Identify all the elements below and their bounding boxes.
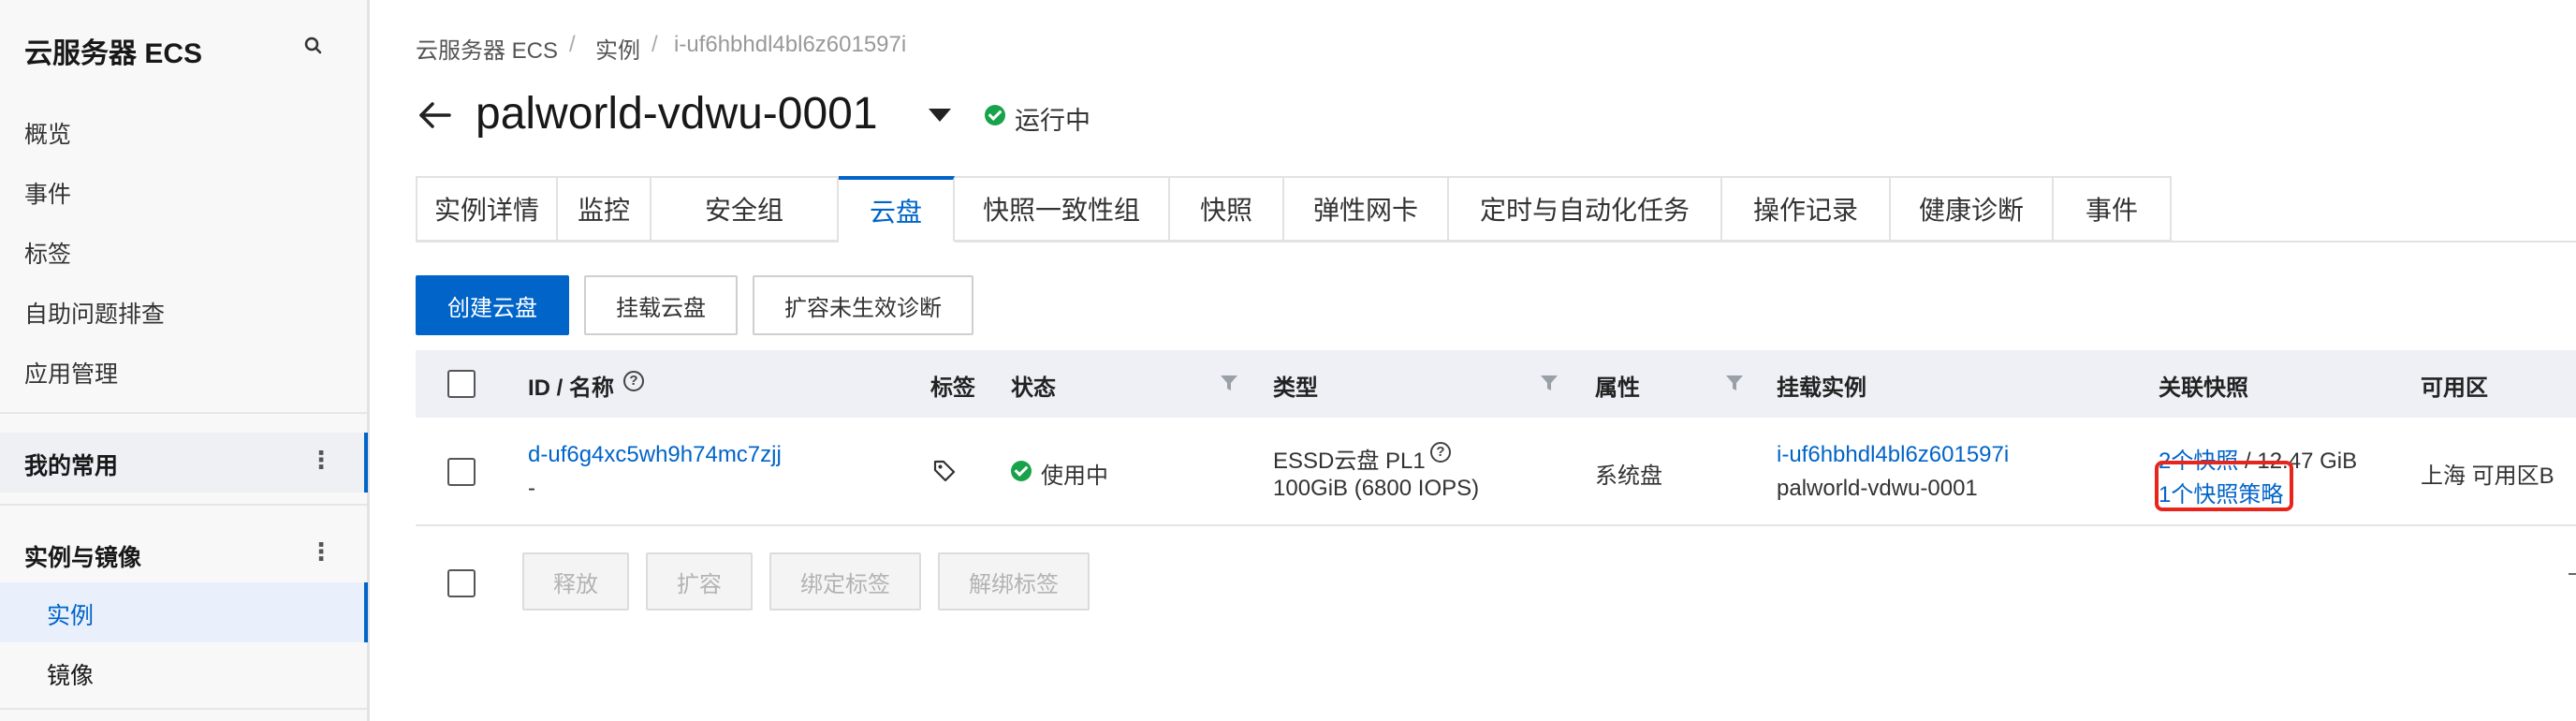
check-circle-icon: [1011, 461, 1032, 481]
sidebar-group-favorites[interactable]: 我的常用 ⋮: [0, 433, 368, 493]
tag-icon[interactable]: [932, 459, 957, 483]
row-checkbox[interactable]: [447, 458, 476, 486]
sidebar-group-instances-images[interactable]: 实例与镜像 ⋮: [0, 524, 367, 584]
pagination-edge: [2569, 573, 2576, 575]
sidebar-title: 云服务器 ECS: [24, 38, 203, 69]
select-all-checkbox[interactable]: [447, 370, 476, 398]
sidebar-item-tags[interactable]: 标签: [24, 236, 71, 270]
column-header-status: 状态: [1011, 375, 1056, 401]
bind-tag-button[interactable]: 绑定标签: [769, 552, 921, 611]
breadcrumb-separator: /: [651, 32, 658, 57]
column-header-zone: 可用区: [2421, 375, 2488, 401]
create-disk-button[interactable]: 创建云盘: [416, 275, 569, 335]
more-icon[interactable]: ⋮: [309, 537, 333, 566]
column-header-id: ID / 名称: [528, 375, 615, 401]
disk-id-link[interactable]: d-uf6g4xc5wh9h74mc7zjj: [528, 442, 782, 468]
unbind-tag-button[interactable]: 解绑标签: [938, 552, 1090, 611]
sidebar-group-label: 实例与镜像: [24, 545, 142, 571]
breadcrumb-separator: /: [569, 32, 576, 57]
sidebar-item-app-management[interactable]: 应用管理: [24, 356, 118, 390]
disk-name: -: [528, 476, 535, 501]
column-header-attribute: 属性: [1595, 375, 1640, 401]
disk-type: ESSD云盘 PL1: [1273, 449, 1426, 474]
sidebar-divider: [0, 504, 367, 506]
disk-status: 使用中: [1041, 464, 1108, 489]
highlight-box: [2155, 461, 2293, 511]
column-header-type: 类型: [1273, 375, 1318, 401]
tab-snapshots[interactable]: 快照: [1170, 176, 1284, 242]
sidebar-divider: [0, 412, 367, 414]
release-button[interactable]: 释放: [522, 552, 629, 611]
sidebar-group-label: 我的常用: [24, 453, 119, 479]
expand-button[interactable]: 扩容: [646, 552, 753, 611]
tab-disks[interactable]: 云盘: [839, 176, 955, 243]
sidebar-item-images[interactable]: 镜像: [0, 642, 364, 702]
disk-zone: 上海 可用区B: [2421, 464, 2554, 489]
tab-snapshot-consistency-groups[interactable]: 快照一致性组: [955, 176, 1170, 242]
tab-enis[interactable]: 弹性网卡: [1284, 176, 1449, 242]
tab-instance-details[interactable]: 实例详情: [416, 176, 558, 242]
check-circle-icon: [985, 105, 1005, 125]
tab-events[interactable]: 事件: [2054, 176, 2172, 242]
table-header: ID / 名称 ? 标签 状态 类型 属性 挂载实例 关联快照 可用区: [416, 350, 2576, 418]
tab-health-diagnosis[interactable]: 健康诊断: [1891, 176, 2054, 242]
more-icon[interactable]: ⋮: [309, 446, 333, 475]
filter-icon[interactable]: [1724, 373, 1745, 393]
tab-security-groups[interactable]: 安全组: [651, 176, 839, 242]
page-title: palworld-vdwu-0001: [476, 89, 878, 139]
breadcrumb-instances[interactable]: 实例: [595, 32, 640, 65]
disk-attribute: 系统盘: [1595, 464, 1662, 489]
sidebar-divider: [0, 708, 367, 710]
help-icon[interactable]: ?: [623, 371, 644, 391]
instance-status: 运行中: [1015, 107, 1090, 135]
attached-instance-name: palworld-vdwu-0001: [1777, 476, 1978, 501]
filter-icon[interactable]: [1539, 373, 1559, 393]
sidebar-item-events[interactable]: 事件: [24, 176, 71, 210]
column-header-snapshots: 关联快照: [2159, 375, 2248, 401]
column-header-attached-instance: 挂载实例: [1777, 375, 1866, 401]
chevron-down-icon[interactable]: [929, 109, 951, 122]
help-icon[interactable]: ?: [1430, 442, 1451, 463]
sidebar-item-troubleshoot[interactable]: 自助问题排查: [24, 296, 165, 330]
tab-monitoring[interactable]: 监控: [558, 176, 651, 242]
breadcrumb-ecs[interactable]: 云服务器 ECS: [416, 32, 558, 65]
search-icon[interactable]: [301, 34, 326, 58]
disk-spec: 100GiB (6800 IOPS): [1273, 476, 1480, 501]
back-arrow-icon[interactable]: [416, 96, 455, 135]
filter-icon[interactable]: [1219, 373, 1239, 393]
sidebar-item-label: 镜像: [47, 663, 95, 689]
attach-disk-button[interactable]: 挂载云盘: [584, 275, 738, 335]
batch-select-checkbox[interactable]: [447, 569, 476, 597]
sidebar-item-overview[interactable]: 概览: [24, 116, 71, 150]
tab-scheduled-tasks[interactable]: 定时与自动化任务: [1449, 176, 1722, 242]
expansion-diagnosis-button[interactable]: 扩容未生效诊断: [753, 275, 973, 335]
tab-operation-logs[interactable]: 操作记录: [1722, 176, 1891, 242]
sidebar: 云服务器 ECS 概览 事件 标签 自助问题排查 应用管理 我的常用 ⋮ 实例与…: [0, 0, 370, 721]
sidebar-item-label: 实例: [47, 603, 95, 629]
breadcrumb-current: i-uf6hbhdl4bl6z601597i: [674, 32, 907, 57]
table-row-divider: [416, 524, 2576, 526]
attached-instance-link[interactable]: i-uf6hbhdl4bl6z601597i: [1777, 442, 2009, 468]
sidebar-item-instances[interactable]: 实例: [0, 582, 368, 642]
column-header-tag: 标签: [930, 375, 975, 401]
